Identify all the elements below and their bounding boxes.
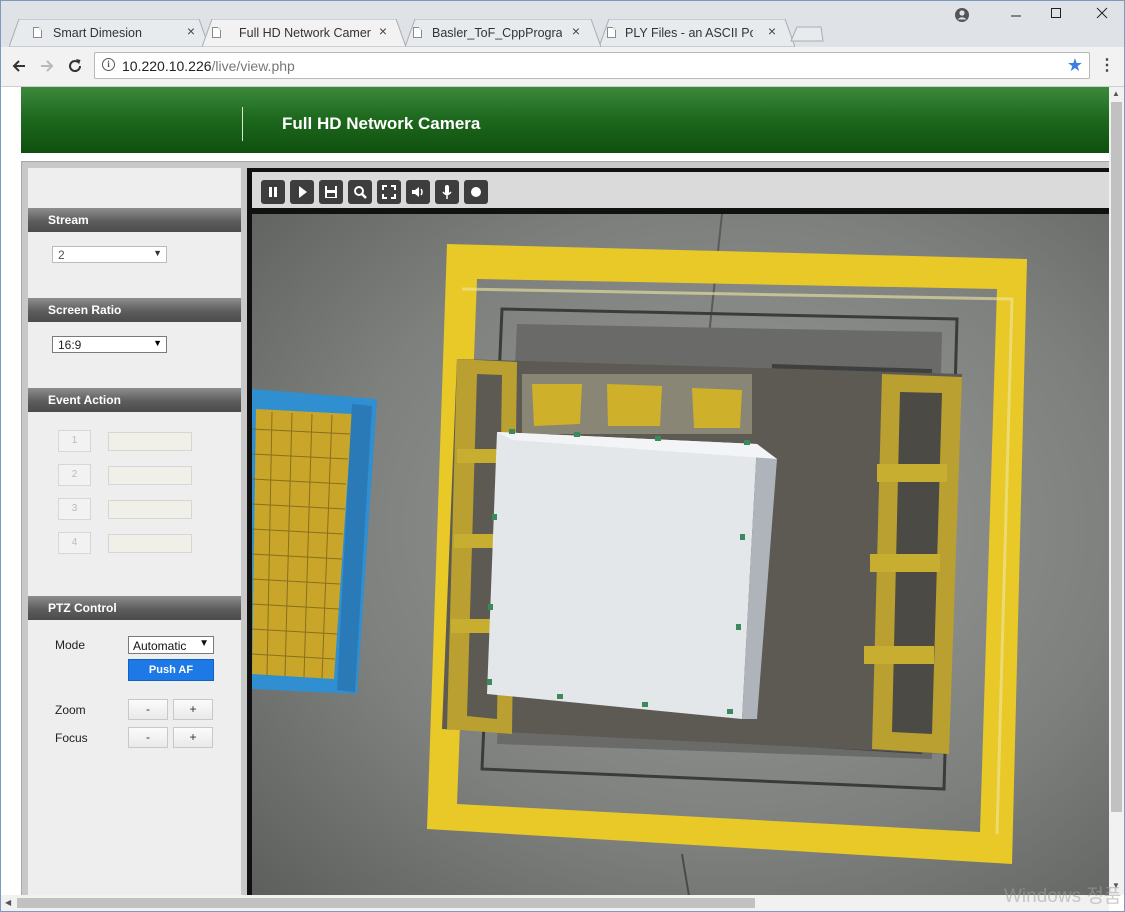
event-action-heading: Event Action xyxy=(28,388,241,412)
blue-pallet xyxy=(252,389,377,694)
screen-ratio-select[interactable]: 16:9 ▼ xyxy=(52,336,167,353)
os-activation-watermark: Windows 정품 xyxy=(1004,886,1122,907)
info-icon[interactable]: i xyxy=(102,58,115,71)
close-icon[interactable]: × xyxy=(569,24,583,38)
focus-far-button[interactable]: + xyxy=(173,727,213,748)
event-slot-field[interactable] xyxy=(108,432,192,451)
close-icon[interactable]: × xyxy=(184,24,198,38)
browser-toolbar: i 10.220.10.226/live/view.php ★ ⋮ xyxy=(1,47,1124,87)
event-slot-field[interactable] xyxy=(108,500,192,519)
mode-value: Automatic xyxy=(133,639,187,653)
stream-heading: Stream xyxy=(28,208,241,232)
tab-ply-files[interactable]: PLY Files - an ASCII Poly × xyxy=(599,19,795,47)
page-header: Full HD Network Camera xyxy=(21,87,1109,153)
reload-icon[interactable] xyxy=(65,57,85,77)
zoom-out-button[interactable]: - xyxy=(128,699,168,720)
player-toolbar xyxy=(252,172,1109,208)
header-divider xyxy=(242,107,243,141)
chevron-down-icon: ▼ xyxy=(199,638,209,649)
address-bar[interactable]: i 10.220.10.226/live/view.php ★ xyxy=(94,52,1090,79)
chevron-down-icon: ▼ xyxy=(153,338,162,348)
tab-title: Smart Dimesion xyxy=(53,26,142,40)
horizontal-scrollbar[interactable]: ◀ xyxy=(1,895,1109,911)
tab-title: PLY Files - an ASCII Poly xyxy=(625,26,753,40)
zoom-icon[interactable] xyxy=(348,180,372,204)
tab-strip: Smart Dimesion × PLY Files - an ASCII Po… xyxy=(1,1,1124,47)
page-icon xyxy=(212,27,221,38)
scroll-up-icon[interactable]: ▲ xyxy=(1112,89,1120,98)
event-slot-button[interactable]: 3 xyxy=(58,498,91,520)
screen-ratio-heading: Screen Ratio xyxy=(28,298,241,322)
back-icon[interactable] xyxy=(9,57,29,77)
push-af-button[interactable]: Push AF xyxy=(128,659,214,681)
bookmark-star-icon[interactable]: ★ xyxy=(1067,55,1083,76)
microphone-icon[interactable] xyxy=(435,180,459,204)
tab-full-hd-camera[interactable]: Full HD Network Camer × xyxy=(202,19,406,47)
event-slot-button[interactable]: 4 xyxy=(58,532,91,554)
zoom-label: Zoom xyxy=(55,703,86,717)
event-slot-button[interactable]: 1 xyxy=(58,430,91,452)
page-title: Full HD Network Camera xyxy=(282,114,481,133)
page-viewport: Full HD Network Camera Stream 2 ▼ Screen … xyxy=(1,87,1109,895)
white-box xyxy=(487,429,777,719)
ptz-control-heading: PTZ Control xyxy=(28,596,241,620)
volume-icon[interactable] xyxy=(406,180,430,204)
event-slot-field[interactable] xyxy=(108,466,192,485)
tab-title: Full HD Network Camer xyxy=(239,26,371,40)
close-icon[interactable]: × xyxy=(765,24,779,38)
vertical-scroll-thumb[interactable] xyxy=(1111,102,1122,812)
url-host: 10.220.10.226 xyxy=(122,58,212,74)
tab-smart-dimesion[interactable]: Smart Dimesion × xyxy=(9,19,209,47)
video-player xyxy=(247,168,1109,895)
stream-select[interactable]: 2 ▼ xyxy=(52,246,167,263)
url-path: /live/view.php xyxy=(211,58,295,74)
screen-ratio-value: 16:9 xyxy=(58,338,82,352)
main-content: Stream 2 ▼ Screen Ratio 16:9 ▼ Event Actio… xyxy=(21,161,1109,895)
page-icon xyxy=(607,27,616,38)
profile-icon[interactable] xyxy=(947,7,977,27)
close-icon[interactable]: × xyxy=(376,24,390,38)
chevron-down-icon: ▼ xyxy=(153,248,162,258)
focus-label: Focus xyxy=(55,731,88,745)
browser-window: Smart Dimesion × PLY Files - an ASCII Po… xyxy=(0,0,1125,912)
event-slot-field[interactable] xyxy=(108,534,192,553)
play-icon[interactable] xyxy=(290,180,314,204)
tab-basler-tof[interactable]: Basler_ToF_CppProgram × xyxy=(405,19,601,47)
camera-feed[interactable] xyxy=(252,214,1109,895)
save-icon[interactable] xyxy=(319,180,343,204)
page-icon xyxy=(413,27,422,38)
pause-icon[interactable] xyxy=(261,180,285,204)
mode-select[interactable]: Automatic ▼ xyxy=(128,636,214,654)
focus-near-button[interactable]: - xyxy=(128,727,168,748)
record-icon[interactable] xyxy=(464,180,488,204)
new-tab-button[interactable] xyxy=(789,19,825,47)
zoom-in-button[interactable]: + xyxy=(173,699,213,720)
horizontal-scroll-thumb[interactable] xyxy=(17,898,755,908)
menu-icon[interactable]: ⋮ xyxy=(1099,57,1115,77)
camera-frame xyxy=(252,214,1109,895)
stream-value: 2 xyxy=(58,248,65,262)
fullscreen-icon[interactable] xyxy=(377,180,401,204)
sidebar: Stream 2 ▼ Screen Ratio 16:9 ▼ Event Actio… xyxy=(28,168,241,895)
scroll-left-icon[interactable]: ◀ xyxy=(5,898,11,907)
event-slot-button[interactable]: 2 xyxy=(58,464,91,486)
maximize-icon[interactable] xyxy=(1041,7,1071,27)
vertical-scrollbar[interactable]: ▲ ▼ xyxy=(1109,87,1124,895)
page-icon xyxy=(33,27,42,38)
url-text: 10.220.10.226/live/view.php xyxy=(122,58,295,74)
forward-icon[interactable] xyxy=(37,57,57,77)
close-window-icon[interactable] xyxy=(1087,7,1117,27)
minimize-icon[interactable] xyxy=(1001,7,1031,27)
tab-title: Basler_ToF_CppProgram xyxy=(432,26,562,40)
mode-label: Mode xyxy=(55,638,86,652)
